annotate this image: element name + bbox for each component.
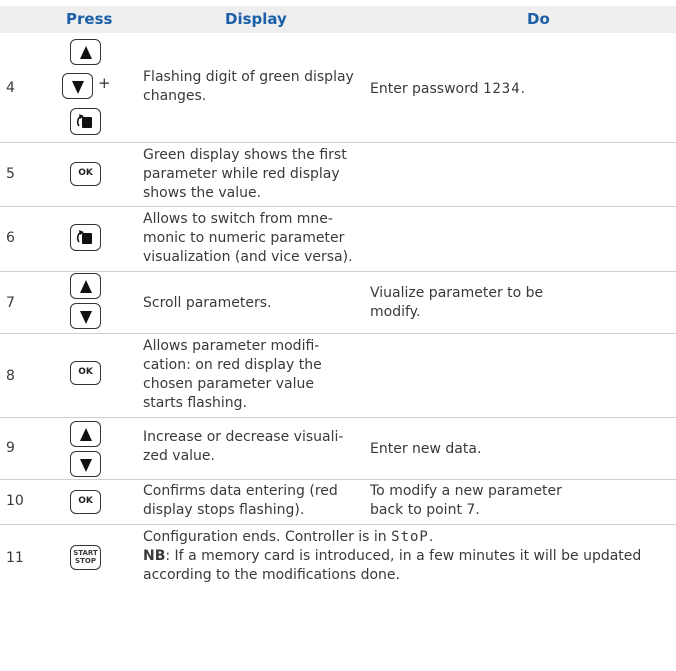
header-do: Do	[527, 10, 550, 28]
down-arrow-key[interactable]	[70, 451, 101, 477]
set-icon	[76, 114, 92, 128]
table-row-10: 10 OK Confirms data entering (red displa…	[0, 480, 676, 525]
row-number: 7	[6, 295, 15, 311]
header-display: Display	[225, 10, 287, 28]
display-text: Allows parameter modifi-cation: on red d…	[143, 338, 322, 411]
display-text: Allows to switch from mne-monic to numer…	[143, 211, 353, 265]
ok-key[interactable]: OK	[70, 162, 101, 186]
display-prefix: Configuration ends. Controller is in	[143, 529, 387, 545]
do-prefix: Enter password	[370, 81, 479, 97]
ok-key[interactable]: OK	[70, 490, 101, 514]
plus-sign: +	[98, 74, 111, 92]
display-suffix: .	[428, 529, 434, 545]
table-row-9: 9 Increase or decrease visuali-zed value…	[0, 418, 676, 480]
row-number: 10	[6, 493, 24, 509]
up-arrow-key[interactable]	[70, 421, 101, 447]
do-suffix: .	[520, 81, 526, 97]
set-icon	[76, 230, 92, 244]
do-text: Enter password 1234.	[370, 80, 670, 99]
display-text: Confirms data entering (red display stop…	[143, 483, 338, 518]
down-arrow-icon	[80, 459, 92, 472]
set-key[interactable]	[70, 224, 101, 251]
table-row-11: 11 START STOP Configuration ends. Contro…	[0, 525, 676, 587]
nb-text: : If a memory card is introduced, in a f…	[143, 548, 642, 583]
ok-key-label: OK	[78, 367, 93, 377]
row-number: 8	[6, 368, 15, 384]
down-arrow-icon	[80, 311, 92, 324]
ok-key-label: OK	[78, 168, 93, 178]
table-row-6: 6 Allows to switch from mne-monic to num…	[0, 207, 676, 272]
row-number: 5	[6, 166, 15, 182]
display-text: Increase or decrease visuali-zed value.	[143, 429, 344, 464]
ok-key-label: OK	[78, 496, 93, 506]
up-arrow-key[interactable]	[70, 39, 101, 65]
table-row-5: 5 OK Green display shows the first param…	[0, 143, 676, 207]
down-arrow-key[interactable]	[70, 303, 101, 329]
password-code: 1234	[482, 81, 521, 97]
do-text: To modify a new parameter back to point …	[370, 483, 562, 518]
config-end-line: Configuration ends. Controller is in Sto…	[143, 528, 673, 547]
nb-label: NB	[143, 548, 166, 564]
display-text: Flashing digit of green display changes.	[143, 69, 354, 104]
stop-code: StoP	[391, 529, 429, 545]
up-arrow-icon	[80, 428, 92, 441]
table-row-7: 7 Scroll parameters. Viualize parameter …	[0, 272, 676, 334]
up-arrow-key[interactable]	[70, 273, 101, 299]
row-number: 6	[6, 230, 15, 246]
table-header: Press Display Do	[0, 6, 676, 33]
table-row-8: 8 OK Allows parameter modifi-cation: on …	[0, 334, 676, 418]
do-text: Viualize parameter to be modify.	[370, 285, 544, 320]
do-text: Enter new data.	[370, 441, 482, 457]
row-number: 11	[6, 550, 24, 566]
up-arrow-icon	[80, 46, 92, 59]
header-press: Press	[66, 10, 113, 28]
display-text: Scroll parameters.	[143, 295, 272, 311]
nb-note: NB: If a memory card is introduced, in a…	[143, 547, 673, 585]
row-number: 9	[6, 440, 15, 456]
stop-label: STOP	[75, 557, 96, 565]
set-key[interactable]	[70, 108, 101, 135]
table-row-4: 4 + Flashing digit of green display chan…	[0, 34, 676, 143]
down-arrow-icon	[72, 81, 84, 94]
ok-key[interactable]: OK	[70, 361, 101, 385]
start-label: START	[73, 549, 98, 557]
row-number: 4	[6, 80, 15, 96]
display-text: Green display shows the first parameter …	[143, 147, 347, 201]
display-text: Configuration ends. Controller is in Sto…	[143, 528, 673, 585]
start-stop-key[interactable]: START STOP	[70, 545, 101, 570]
down-arrow-key[interactable]	[62, 73, 93, 99]
up-arrow-icon	[80, 280, 92, 293]
